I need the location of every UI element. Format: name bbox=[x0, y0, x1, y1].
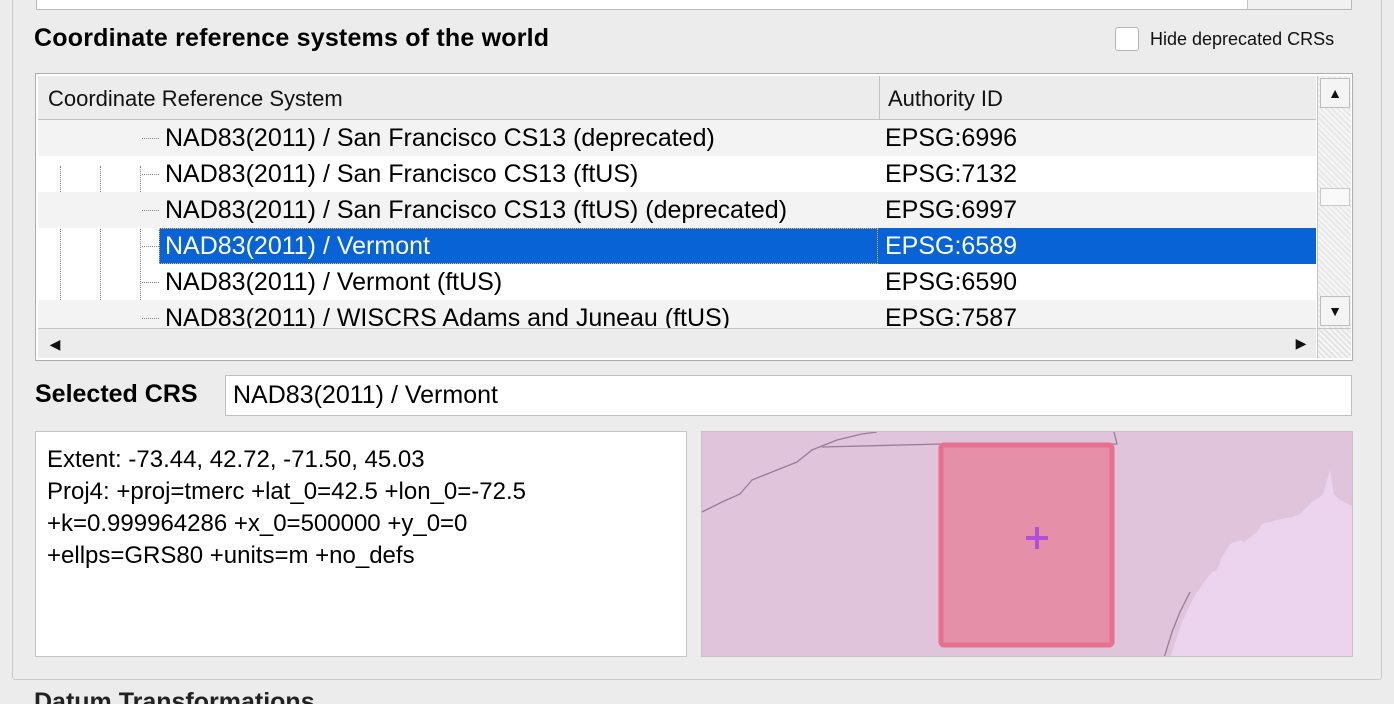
scrollbar-corner bbox=[1317, 328, 1351, 358]
authority-id-cell: EPSG:7587 bbox=[885, 304, 1018, 328]
scroll-left-button[interactable]: ◀ bbox=[38, 329, 72, 359]
selected-crs-label: Selected CRS bbox=[35, 380, 198, 408]
table-row[interactable]: NAD83(2011) / San Francisco CS13 (ftUS) … bbox=[38, 192, 1316, 228]
triangle-down-icon: ▼ bbox=[1328, 303, 1342, 319]
selected-crs-field[interactable] bbox=[225, 375, 1352, 416]
previous-list-scrollbar[interactable] bbox=[1247, 0, 1351, 9]
table-row[interactable]: NAD83(2011) / San Francisco CS13 (deprec… bbox=[38, 120, 1316, 156]
vertical-scrollbar[interactable]: ▲ ▼ bbox=[1317, 76, 1351, 328]
tree-connector bbox=[142, 174, 159, 175]
tree-connector bbox=[142, 318, 159, 319]
crs-name-cell: NAD83(2011) / San Francisco CS13 (ftUS) bbox=[165, 160, 639, 188]
tree-connector bbox=[142, 138, 159, 139]
scroll-up-button[interactable]: ▲ bbox=[1320, 78, 1350, 108]
hide-deprecated-label[interactable]: Hide deprecated CRSs bbox=[1150, 29, 1334, 50]
crs-name-cell: NAD83(2011) / WISCRS Adams and Juneau (f… bbox=[165, 304, 731, 328]
authority-id-cell: EPSG:6589 bbox=[885, 232, 1018, 260]
column-header-crs[interactable]: Coordinate Reference System bbox=[48, 76, 343, 120]
authority-id-cell: EPSG:7132 bbox=[885, 160, 1018, 188]
table-header: Coordinate Reference System Authority ID bbox=[38, 76, 1316, 120]
section-title: Coordinate reference systems of the worl… bbox=[34, 24, 550, 52]
triangle-up-icon: ▲ bbox=[1328, 85, 1342, 101]
table-row[interactable]: NAD83(2011) / Vermont (ftUS) EPSG:6590 bbox=[38, 264, 1316, 300]
column-separator[interactable] bbox=[879, 76, 880, 120]
scroll-right-button[interactable]: ▶ bbox=[1284, 328, 1318, 358]
table-row[interactable]: NAD83(2011) / WISCRS Adams and Juneau (f… bbox=[38, 300, 1316, 328]
table-row-selected[interactable]: NAD83(2011) / Vermont EPSG:6589 bbox=[38, 228, 1316, 264]
tree-connector bbox=[142, 246, 159, 247]
hide-deprecated-toggle[interactable]: Hide deprecated CRSs bbox=[1115, 27, 1334, 51]
table-body: NAD83(2011) / San Francisco CS13 (deprec… bbox=[38, 120, 1316, 328]
table-row[interactable]: NAD83(2011) / San Francisco CS13 (ftUS) … bbox=[38, 156, 1316, 192]
crs-name-cell: NAD83(2011) / San Francisco CS13 (deprec… bbox=[165, 124, 715, 152]
tree-connector bbox=[142, 282, 159, 283]
crs-info-box: Extent: -73.44, 42.72, -71.50, 45.03 Pro… bbox=[35, 431, 687, 657]
tree-connector bbox=[142, 210, 159, 211]
crs-name-cell: NAD83(2011) / Vermont bbox=[165, 232, 430, 260]
vertical-scroll-thumb[interactable] bbox=[1320, 188, 1350, 206]
triangle-right-icon: ▶ bbox=[1295, 334, 1307, 351]
authority-id-cell: EPSG:6997 bbox=[885, 196, 1018, 224]
crs-table[interactable]: Coordinate Reference System Authority ID… bbox=[35, 73, 1353, 361]
crs-extent-rectangle bbox=[938, 442, 1115, 648]
info-line-proj4-cont: +k=0.999964286 +x_0=500000 +y_0=0 bbox=[47, 510, 468, 537]
horizontal-scrollbar[interactable]: ◀ bbox=[38, 328, 1316, 358]
crs-name-cell: NAD83(2011) / Vermont (ftUS) bbox=[165, 268, 503, 296]
datum-transformations-heading: Datum Transformations bbox=[34, 688, 315, 704]
hide-deprecated-checkbox[interactable] bbox=[1115, 27, 1139, 51]
crs-name-cell: NAD83(2011) / San Francisco CS13 (ftUS) … bbox=[165, 196, 788, 224]
scroll-down-button[interactable]: ▼ bbox=[1320, 296, 1350, 326]
column-header-authority-id[interactable]: Authority ID bbox=[888, 76, 1003, 120]
info-line-extent: Extent: -73.44, 42.72, -71.50, 45.03 bbox=[47, 446, 425, 473]
map-canvas bbox=[702, 432, 1352, 656]
previous-list-remnant bbox=[36, 0, 1352, 10]
extent-map[interactable] bbox=[701, 431, 1353, 657]
info-line-proj4: Proj4: +proj=tmerc +lat_0=42.5 +lon_0=-7… bbox=[47, 478, 526, 505]
triangle-left-icon: ◀ bbox=[49, 335, 61, 352]
info-line-proj4-cont: +ellps=GRS80 +units=m +no_defs bbox=[47, 542, 415, 569]
authority-id-cell: EPSG:6590 bbox=[885, 268, 1018, 296]
authority-id-cell: EPSG:6996 bbox=[885, 124, 1018, 152]
